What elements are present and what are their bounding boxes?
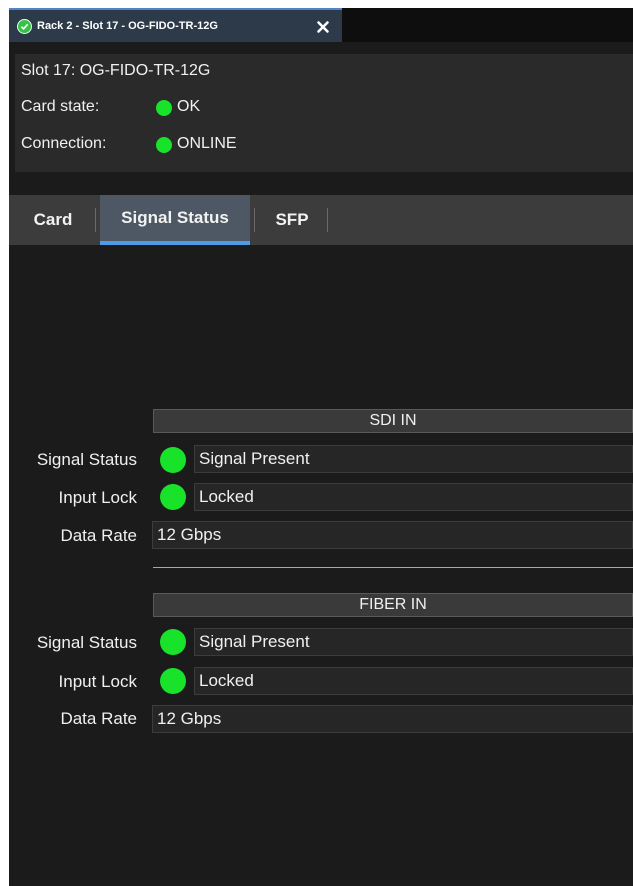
tab-separator: [327, 208, 328, 232]
fiber-input-lock-label: Input Lock: [58, 672, 137, 691]
sdi-signal-status-label: Signal Status: [36, 450, 137, 469]
sdi-signal-status-field: Signal Present: [194, 445, 633, 473]
connection-led-icon: [156, 137, 172, 153]
document-tab[interactable]: Rack 2 - Slot 17 - OG-FIDO-TR-12G: [9, 8, 342, 42]
connection-value: ONLINE: [177, 135, 237, 152]
fiber-input-lock-led-icon: [160, 668, 186, 694]
sdi-data-rate-label: Data Rate: [60, 526, 137, 545]
sdi-data-rate-field: 12 Gbps: [152, 521, 633, 549]
close-icon[interactable]: [315, 19, 331, 35]
fiber-input-lock-field: Locked: [194, 667, 633, 695]
tab-signal-status[interactable]: Signal Status: [100, 195, 250, 245]
fiber-signal-status-field: Signal Present: [194, 628, 633, 656]
check-circle-icon: [17, 19, 32, 34]
view-tab-bar: Card Signal Status SFP: [9, 195, 633, 245]
card-state-value: OK: [177, 98, 201, 115]
tab-separator: [95, 208, 96, 232]
slot-title: Slot 17: OG-FIDO-TR-12G: [21, 62, 211, 79]
document-tab-strip: Rack 2 - Slot 17 - OG-FIDO-TR-12G: [9, 8, 633, 42]
card-info-header: Slot 17: OG-FIDO-TR-12G Card state: OK C…: [15, 54, 633, 172]
connection-label: Connection:: [21, 135, 107, 152]
fiber-data-rate-field: 12 Gbps: [152, 705, 633, 733]
sdi-signal-status-led-icon: [160, 447, 186, 473]
card-panel: Rack 2 - Slot 17 - OG-FIDO-TR-12G Slot 1…: [9, 8, 633, 886]
fiber-data-rate-label: Data Rate: [60, 709, 137, 728]
sdi-input-lock-label: Input Lock: [58, 488, 137, 507]
document-tab-label: Rack 2 - Slot 17 - OG-FIDO-TR-12G: [37, 20, 218, 32]
fiber-signal-status-led-icon: [160, 629, 186, 655]
sdi-input-lock-field: Locked: [194, 483, 633, 511]
sdi-in-header: SDI IN: [153, 409, 633, 433]
tab-card[interactable]: Card: [15, 195, 91, 245]
tab-separator: [254, 208, 255, 232]
tab-sfp[interactable]: SFP: [259, 195, 325, 245]
fiber-in-header: FIBER IN: [153, 593, 633, 617]
sdi-input-lock-led-icon: [160, 484, 186, 510]
card-state-led-icon: [156, 100, 172, 116]
fiber-signal-status-label: Signal Status: [36, 633, 137, 652]
card-state-label: Card state:: [21, 98, 100, 115]
section-divider: [153, 567, 633, 568]
